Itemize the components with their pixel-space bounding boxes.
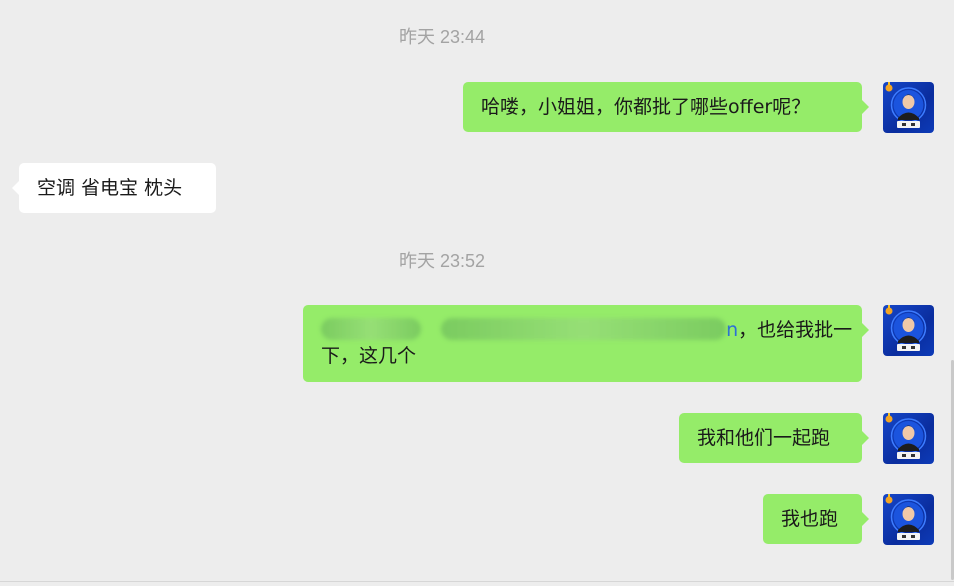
- message-text: 空调 省电宝 枕头: [37, 177, 183, 199]
- message-text-line: 下，这几个: [321, 345, 417, 367]
- message-bubble-outgoing[interactable]: n，也给我批一 下，这几个: [303, 305, 869, 382]
- redacted-link: [441, 318, 727, 340]
- message-text: 我和他们一起跑: [697, 427, 831, 449]
- message-text: 哈喽，小姐姐，你都批了哪些offer呢？: [481, 96, 811, 118]
- chat-message-area: 昨天 23:44 哈喽，小姐姐，你都批了哪些offer呢？ 空调 省电宝 枕头 …: [0, 0, 954, 586]
- message-bubble-incoming[interactable]: 空调 省电宝 枕头: [12, 163, 216, 213]
- user-avatar-icon[interactable]: [883, 82, 934, 133]
- message-text: 我也跑: [781, 508, 839, 530]
- timestamp: 昨天 23:52: [398, 251, 486, 271]
- message-text-line: n，也给我批一: [321, 317, 862, 343]
- user-avatar-icon[interactable]: [883, 305, 934, 356]
- message-bubble-outgoing[interactable]: 我和他们一起跑: [679, 413, 869, 463]
- message-text: ，也给我批一: [738, 319, 853, 341]
- message-bubble-outgoing[interactable]: 哈喽，小姐姐，你都批了哪些offer呢？: [463, 82, 869, 132]
- redacted-text: [321, 318, 421, 340]
- link-text[interactable]: n: [726, 319, 738, 341]
- divider: [0, 581, 954, 582]
- timestamp: 昨天 23:44: [398, 27, 486, 47]
- user-avatar-icon[interactable]: [883, 494, 934, 545]
- message-bubble-outgoing[interactable]: 我也跑: [763, 494, 869, 544]
- user-avatar-icon[interactable]: [883, 413, 934, 464]
